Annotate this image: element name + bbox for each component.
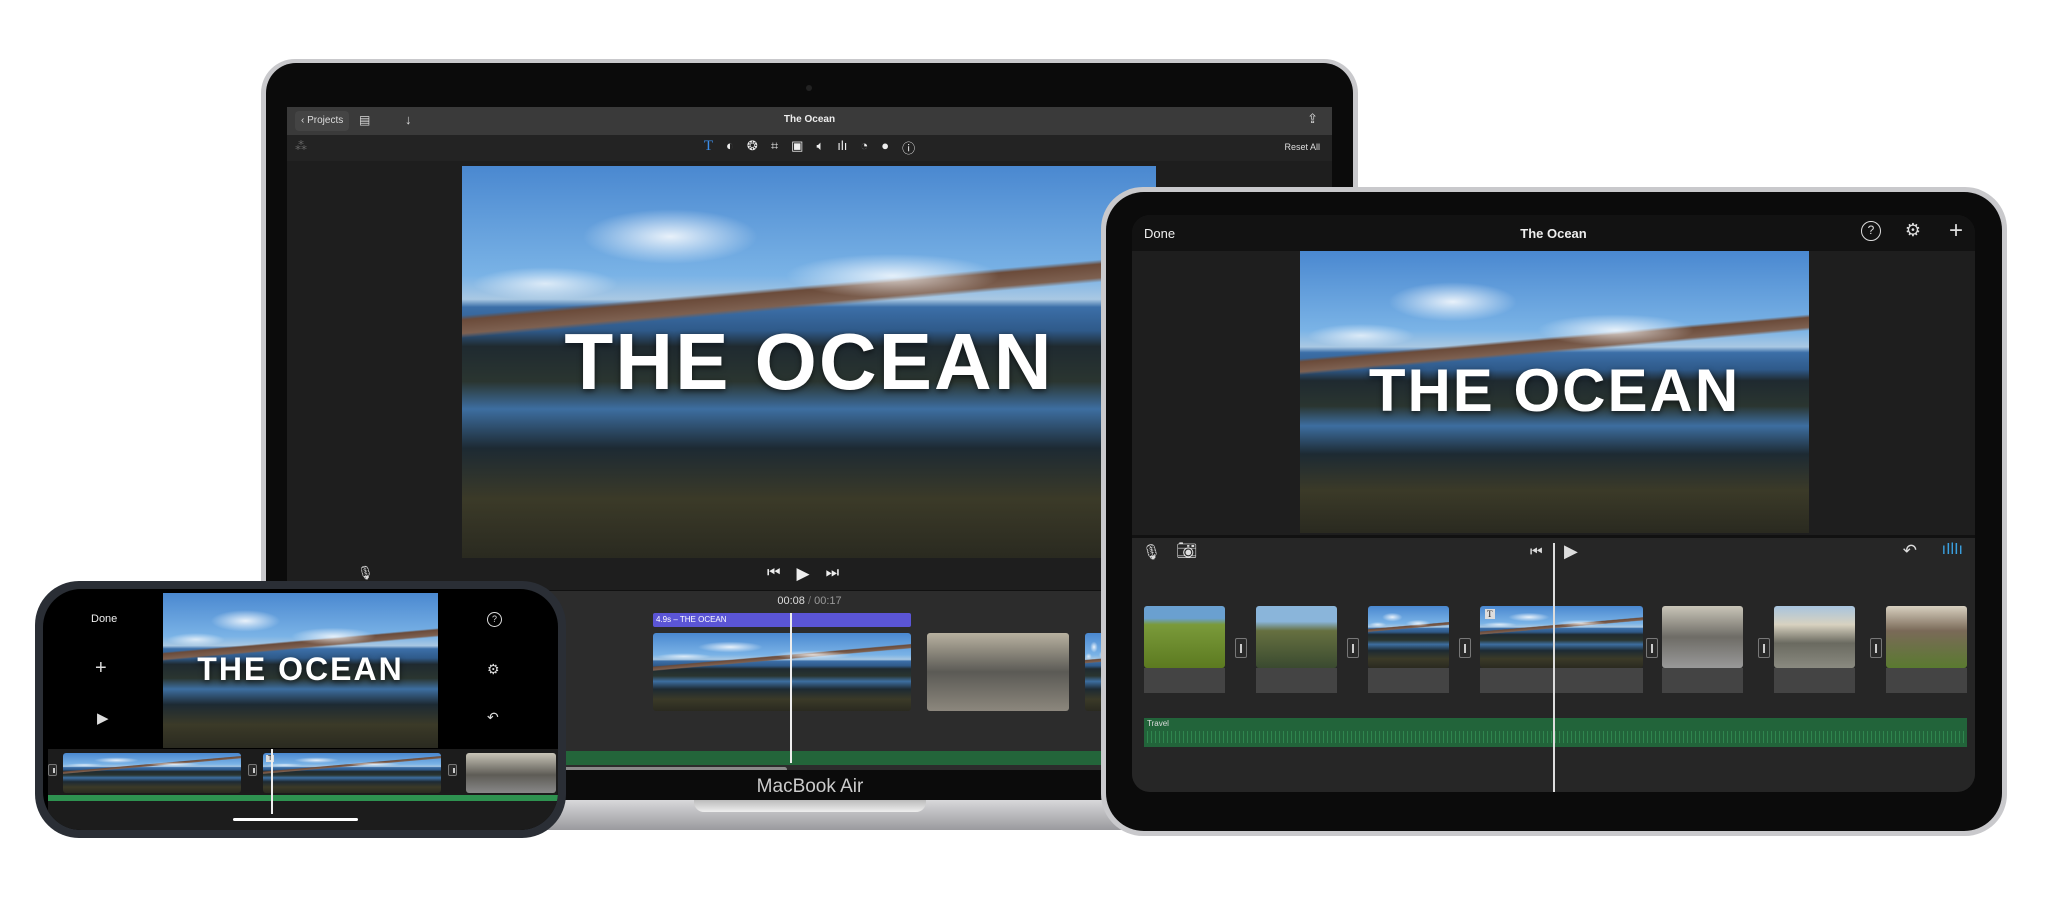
macbook-camera	[806, 85, 812, 91]
transition-button[interactable]	[1347, 638, 1359, 658]
title-clip-bar[interactable]: 4.9s – THE OCEAN	[653, 613, 911, 627]
timeline-clip[interactable]	[1256, 606, 1337, 668]
done-button[interactable]: Done	[91, 613, 117, 625]
transition-button[interactable]	[1758, 638, 1770, 658]
timeline-clip[interactable]	[1144, 606, 1225, 668]
preview-title-text: THE OCEAN	[197, 651, 404, 687]
title-icon[interactable]: T	[704, 138, 713, 157]
clip-audio-waveform	[1144, 668, 1225, 693]
transition-button[interactable]	[48, 764, 57, 776]
project-title: The Ocean	[783, 114, 836, 125]
timeline: 🎙︎ 📷︎ ⏮︎ ▶ ↶ ıIlIı T Travel	[1132, 535, 1975, 792]
add-icon[interactable]: +	[1949, 217, 1963, 245]
add-icon[interactable]: +	[95, 657, 107, 680]
audio-track[interactable]	[48, 795, 558, 801]
clip-audio-waveform	[1256, 668, 1337, 693]
title-bar: ‹ Projects ▤ ↓ The Ocean ⇪	[287, 107, 1332, 135]
speed-icon[interactable]: ◔	[860, 138, 868, 157]
undo-icon[interactable]: ↶	[1903, 541, 1917, 561]
timeline-clip[interactable]	[63, 753, 241, 793]
undo-icon[interactable]: ↶	[487, 709, 499, 726]
timeline-clip[interactable]	[1368, 606, 1449, 668]
transition-button[interactable]	[1235, 638, 1247, 658]
project-title: The Ocean	[1520, 226, 1587, 241]
timeline-clip-title[interactable]: T	[1480, 606, 1643, 668]
clip-audio-waveform	[1480, 668, 1643, 693]
timeline-clip-title[interactable]	[653, 633, 911, 711]
timeline-clip[interactable]	[466, 753, 556, 793]
audio-track[interactable]: Travel	[1144, 718, 1967, 747]
help-icon[interactable]: ?	[487, 612, 502, 627]
ipad-screen: Done The Ocean ? ⚙︎ + THE OCEAN 🎙︎ 📷︎ ⏮︎…	[1132, 215, 1975, 792]
macbook-label: MacBook Air	[756, 776, 864, 797]
info-icon[interactable]: ⓘ	[902, 138, 915, 157]
transport-controls: ⏮︎ ▶ ⏭︎	[767, 564, 839, 584]
audio-track-label: Travel	[1147, 719, 1169, 728]
timeline-clip[interactable]	[1774, 606, 1855, 668]
transition-button[interactable]	[1646, 638, 1658, 658]
adjustment-toolbar: ⁂ T ◐ ❂ ⌗ ▣ 🔈︎ ılı ◔ ● ⓘ Reset All	[287, 135, 1332, 161]
playhead[interactable]	[271, 749, 273, 814]
playhead[interactable]	[790, 613, 792, 763]
audio-waveform-icon[interactable]: ıIlIı	[1942, 541, 1963, 559]
transition-button[interactable]	[1459, 638, 1471, 658]
clip-audio-waveform	[1368, 668, 1449, 693]
transition-button[interactable]	[248, 764, 257, 776]
filter-icon[interactable]: ●	[881, 138, 889, 157]
camera-icon[interactable]: 📷︎	[1176, 541, 1198, 561]
skip-forward-icon[interactable]: ⏭︎	[826, 564, 840, 584]
reset-all-button[interactable]: Reset All	[1284, 142, 1320, 152]
microphone-icon[interactable]: 🎙︎	[1142, 543, 1161, 561]
preview-title-text: THE OCEAN	[564, 317, 1054, 406]
volume-icon[interactable]: 🔈︎	[816, 138, 824, 157]
help-icon[interactable]: ?	[1861, 221, 1881, 241]
skip-back-icon[interactable]: ⏮︎	[767, 564, 781, 584]
skip-back-icon[interactable]: ⏮︎	[1530, 543, 1543, 560]
timeline-clip[interactable]	[1662, 606, 1743, 668]
clip-audio-waveform	[1886, 668, 1967, 693]
title-marker-icon: T	[1485, 609, 1495, 619]
timeline-clip-title[interactable]: T	[263, 753, 441, 793]
timeline-clip[interactable]	[927, 633, 1069, 711]
playhead[interactable]	[1553, 543, 1555, 792]
clip-audio-waveform	[1662, 668, 1743, 693]
play-button[interactable]: ▶	[1564, 541, 1578, 562]
share-icon[interactable]: ⇪	[1307, 111, 1318, 127]
video-preview: THE OCEAN	[163, 593, 438, 748]
home-indicator	[233, 818, 358, 821]
transition-button[interactable]	[1870, 638, 1882, 658]
clip-audio-waveform	[1774, 668, 1855, 693]
preview-title-text: THE OCEAN	[1368, 357, 1741, 424]
color-correction-icon[interactable]: ❂	[747, 138, 758, 157]
top-bar: Done The Ocean ? ⚙︎ +	[1132, 215, 1975, 251]
crop-icon[interactable]: ⌗	[771, 138, 778, 157]
settings-gear-icon[interactable]: ⚙︎	[1905, 220, 1921, 241]
microphone-icon[interactable]: 🎙︎	[357, 565, 374, 581]
timeline-clip[interactable]	[1886, 606, 1967, 668]
noise-reduction-icon[interactable]: ılı	[837, 138, 847, 157]
play-button[interactable]: ▶	[97, 709, 109, 727]
video-preview: THE OCEAN	[462, 166, 1156, 558]
transition-button[interactable]	[448, 764, 457, 776]
macbook-notch	[694, 800, 926, 812]
video-preview: THE OCEAN	[1300, 251, 1809, 533]
stabilization-icon[interactable]: ▣	[791, 138, 803, 157]
iphone-screen: Done + ▶ THE OCEAN ? ⚙︎ ↶ T	[43, 589, 558, 830]
color-balance-icon[interactable]: ◐	[726, 138, 734, 157]
settings-gear-icon[interactable]: ⚙︎	[487, 661, 500, 678]
play-button[interactable]: ▶	[797, 564, 810, 584]
